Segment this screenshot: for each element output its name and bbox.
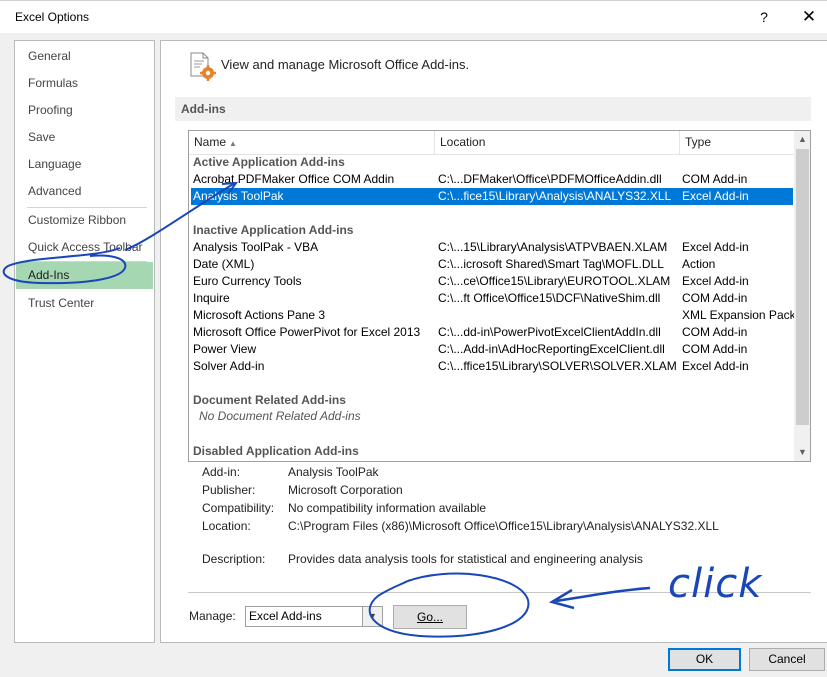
nav-item-save[interactable]: Save: [16, 124, 153, 151]
addin-type: COM Add-in: [682, 172, 748, 186]
nav-item-general[interactable]: General: [16, 43, 153, 70]
help-button[interactable]: ?: [752, 7, 776, 27]
chevron-down-icon[interactable]: ▼: [362, 607, 382, 626]
addin-location: C:\...icrosoft Shared\Smart Tag\MOFL.DLL: [438, 257, 664, 271]
column-header-type[interactable]: Type: [680, 131, 794, 154]
cancel-button[interactable]: Cancel: [749, 648, 825, 671]
addin-name: Acrobat PDFMaker Office COM Addin: [193, 172, 395, 186]
addin-name: Power View: [193, 342, 257, 356]
table-row[interactable]: Acrobat PDFMaker Office COM Addin C:\...…: [191, 171, 793, 188]
sort-ascending-icon: ▲: [229, 139, 237, 148]
table-header: Name ▲ Location Type: [189, 131, 794, 155]
addin-type: COM Add-in: [682, 325, 748, 339]
addin-name: Euro Currency Tools: [193, 274, 302, 288]
table-row[interactable]: Date (XML) C:\...icrosoft Shared\Smart T…: [191, 256, 793, 273]
addin-name: Analysis ToolPak - VBA: [193, 240, 319, 254]
addin-type: Excel Add-in: [682, 274, 749, 288]
manage-label: Manage:: [189, 609, 236, 623]
page-heading: View and manage Microsoft Office Add-ins…: [221, 57, 470, 72]
nav-item-add-ins[interactable]: Add-Ins: [16, 262, 153, 289]
table-row-selected[interactable]: Analysis ToolPak C:\...fice15\Library\An…: [191, 188, 793, 205]
document-addins-empty: No Document Related Add-ins: [199, 409, 361, 423]
nav-item-language[interactable]: Language: [16, 151, 153, 178]
table-row[interactable]: Microsoft Actions Pane 3 XML Expansion P…: [191, 307, 794, 324]
detail-value-description: Provides data analysis tools for statist…: [288, 552, 643, 566]
detail-label-description: Description:: [202, 552, 266, 566]
handwritten-click-label: click: [668, 561, 763, 607]
detail-label-location: Location:: [202, 519, 251, 533]
addin-location: C:\...dd-in\PowerPivotExcelClientAddIn.d…: [438, 325, 661, 339]
addin-location: C:\...ft Office\Office15\DCF\NativeShim.…: [438, 291, 661, 305]
detail-label-compatibility: Compatibility:: [202, 501, 275, 515]
detail-value-location: C:\Program Files (x86)\Microsoft Office\…: [288, 519, 719, 533]
title-bar: Excel Options ? ✕: [0, 1, 827, 33]
nav-item-advanced[interactable]: Advanced: [16, 178, 153, 205]
options-nav: General Formulas Proofing Save Language …: [14, 40, 155, 643]
addin-type: Excel Add-in: [682, 240, 749, 254]
table-row[interactable]: Microsoft Office PowerPivot for Excel 20…: [191, 324, 793, 341]
go-button[interactable]: Go...: [393, 605, 467, 629]
detail-label-addin: Add-in:: [202, 465, 241, 479]
addin-location: C:\...15\Library\Analysis\ATPVBAEN.XLAM: [438, 240, 668, 254]
detail-value-compatibility: No compatibility information available: [288, 501, 487, 515]
nav-item-trust-center[interactable]: Trust Center: [16, 290, 153, 317]
nav-item-customize-ribbon[interactable]: Customize Ribbon: [16, 207, 153, 234]
addin-type: Action: [682, 257, 716, 271]
detail-value-addin: Analysis ToolPak: [288, 465, 379, 479]
addin-location: C:\...ffice15\Library\SOLVER\SOLVER.XLAM: [438, 359, 677, 373]
addin-name: Date (XML): [193, 257, 255, 271]
nav-item-quick-access-toolbar[interactable]: Quick Access Toolbar: [16, 234, 153, 261]
table-row[interactable]: Power View C:\...Add-in\AdHocReportingEx…: [191, 341, 793, 358]
table-row[interactable]: Analysis ToolPak - VBA C:\...15\Library\…: [191, 239, 793, 256]
group-header-document: Document Related Add-ins: [193, 393, 346, 407]
addin-name: Solver Add-in: [193, 359, 265, 373]
addin-location: C:\...ce\Office15\Library\EUROTOOL.XLAM: [438, 274, 671, 288]
addin-name: Microsoft Office PowerPivot for Excel 20…: [193, 325, 421, 339]
scrollbar-thumb[interactable]: [796, 149, 809, 425]
column-header-location[interactable]: Location: [435, 131, 680, 154]
addin-location: C:\...Add-in\AdHocReportingExcelClient.d…: [438, 342, 665, 356]
addin-name: Analysis ToolPak: [193, 189, 284, 203]
addin-type: COM Add-in: [682, 291, 748, 305]
addin-location: C:\...DFMaker\Office\PDFMOfficeAddin.dll: [438, 172, 662, 186]
scroll-up-icon[interactable]: ▲: [794, 131, 810, 148]
addin-type: Excel Add-in: [682, 359, 749, 373]
addin-type: XML Expansion Pack: [682, 308, 794, 322]
ok-button[interactable]: OK: [668, 648, 741, 671]
addins-panel: View and manage Microsoft Office Add-ins…: [160, 40, 827, 643]
column-header-name[interactable]: Name ▲: [189, 131, 435, 154]
window-title: Excel Options: [15, 10, 90, 24]
addin-type: Excel Add-in: [682, 189, 749, 203]
detail-value-publisher: Microsoft Corporation: [288, 483, 403, 497]
group-header-active: Active Application Add-ins: [193, 155, 345, 169]
addins-gear-icon: [190, 52, 216, 81]
table-row[interactable]: Euro Currency Tools C:\...ce\Office15\Li…: [191, 273, 793, 290]
close-button[interactable]: ✕: [795, 6, 823, 28]
table-scrollbar[interactable]: ▲ ▼: [794, 131, 810, 461]
addin-name: Microsoft Actions Pane 3: [193, 308, 326, 322]
table-row[interactable]: Solver Add-in C:\...ffice15\Library\SOLV…: [191, 358, 793, 375]
nav-item-proofing[interactable]: Proofing: [16, 97, 153, 124]
table-row[interactable]: Inquire C:\...ft Office\Office15\DCF\Nat…: [191, 290, 793, 307]
addin-name: Inquire: [193, 291, 230, 305]
group-header-disabled: Disabled Application Add-ins: [193, 444, 359, 458]
scroll-down-icon[interactable]: ▼: [794, 444, 810, 461]
section-title: Add-ins: [175, 97, 811, 121]
detail-label-publisher: Publisher:: [202, 483, 256, 497]
addin-type: COM Add-in: [682, 342, 748, 356]
nav-item-formulas[interactable]: Formulas: [16, 70, 153, 97]
addin-location: C:\...fice15\Library\Analysis\ANALYS32.X…: [438, 189, 672, 203]
group-header-inactive: Inactive Application Add-ins: [193, 223, 354, 237]
addins-table: Name ▲ Location Type Active Application A…: [188, 130, 811, 462]
